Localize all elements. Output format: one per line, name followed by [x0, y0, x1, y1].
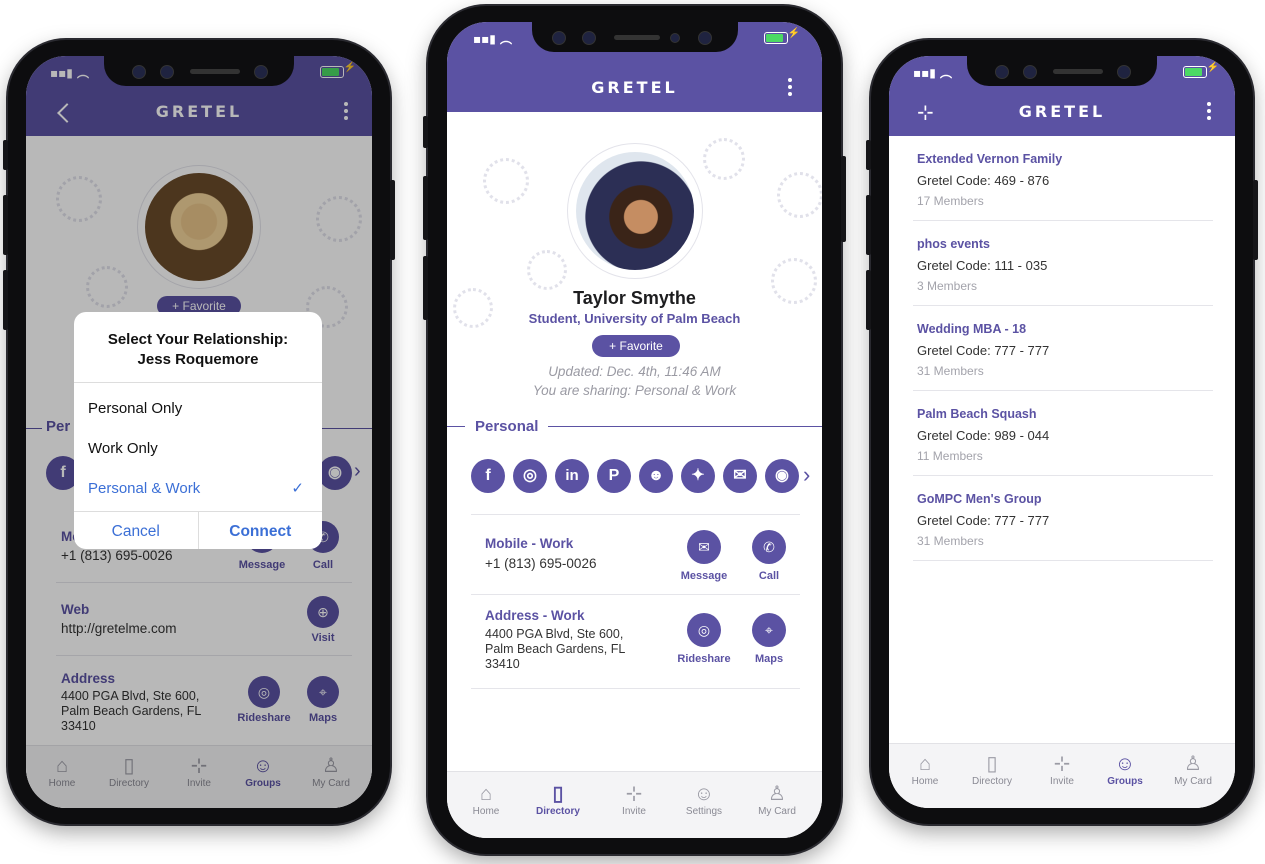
tab-invite[interactable]: ⊹ Invite [1032, 752, 1092, 787]
section-title-personal: Personal [465, 418, 549, 435]
cancel-button[interactable]: Cancel [74, 512, 198, 549]
group-code: Gretel Code: 777 - 777 [917, 513, 1050, 528]
group-members: 31 Members [917, 364, 984, 378]
directory-icon: ▯ [986, 753, 998, 775]
more-menu-icon[interactable] [1207, 102, 1211, 123]
profile-name: Taylor Smythe [573, 288, 696, 308]
mobile-title: Mobile - Work [485, 536, 574, 551]
tab-bar: ⌂ Home ▯ Directory ⊹ Invite ☺ Groups ♙ My Car… [889, 743, 1235, 808]
phone-left: ▪▪▮ ︵ ⚡ GRETEL + Favorite Per f ◉ › Mo +… [3, 40, 395, 824]
tab-directory[interactable]: ▯ Directory [528, 782, 588, 817]
tab-invite[interactable]: ⊹ Invite [604, 782, 664, 817]
signal-icon: ▪▪▮ ︵ [473, 32, 513, 46]
checkmark-icon: ✓ [291, 480, 304, 497]
group-name: Palm Beach Squash [917, 407, 1037, 421]
facebook-icon[interactable]: f [471, 459, 505, 493]
group-name: Wedding MBA - 18 [917, 322, 1027, 336]
dialog-title: Select Your Relationship: Jess Roquemore [107, 331, 289, 368]
sharing-text: You are sharing: Personal & Work [532, 383, 737, 398]
directory-icon: ▯ [552, 783, 564, 805]
group-members: 31 Members [917, 534, 984, 548]
favorite-button[interactable]: + Favorite [592, 335, 680, 357]
call-icon[interactable]: ✆ [752, 530, 786, 564]
screen: ▪▪▮ ︵ ⚡ ⊹ GRETEL Extended Vernon Family … [889, 56, 1235, 808]
invite-icon: ⊹ [1053, 753, 1071, 775]
tab-directory[interactable]: ▯ Directory [962, 752, 1022, 787]
app-logo: GRETEL [1018, 102, 1106, 121]
relationship-dialog: Select Your Relationship: Jess Roquemore… [74, 312, 322, 549]
phone-right: ▪▪▮ ︵ ⚡ ⊹ GRETEL Extended Vernon Family … [866, 40, 1258, 824]
option-personal-only[interactable]: Personal Only [74, 389, 322, 429]
app-logo: GRETEL [591, 78, 678, 97]
profile-avatar [576, 152, 694, 270]
profile-subtitle: Student, University of Palm Beach [528, 311, 741, 326]
wechat-icon[interactable]: ✉ [723, 459, 757, 493]
message-label[interactable]: Message [669, 570, 739, 582]
settings-icon: ☺ [693, 783, 715, 805]
screen: ▪▪▮ ︵ ⚡ GRETEL Taylor Smythe Student, Un… [447, 22, 822, 838]
home-icon: ⌂ [479, 783, 493, 805]
twitter-icon[interactable]: ✦ [681, 459, 715, 493]
battery-icon [764, 32, 788, 44]
signal-icon: ▪▪▮ ︵ [913, 66, 953, 80]
option-personal-and-work[interactable]: Personal & Work ✓ [74, 469, 322, 509]
maps-label[interactable]: Maps [734, 653, 804, 665]
tab-my-card[interactable]: ♙ My Card [1163, 752, 1223, 787]
rideshare-label[interactable]: Rideshare [669, 653, 739, 665]
tab-settings[interactable]: ☺ Settings [674, 782, 734, 817]
tab-home[interactable]: ⌂ Home [456, 782, 516, 817]
my-card-icon: ♙ [768, 783, 786, 805]
group-code: Gretel Code: 777 - 777 [917, 343, 1050, 358]
rideshare-icon[interactable]: ◎ [687, 613, 721, 647]
invite-icon: ⊹ [625, 783, 643, 805]
reddit-icon[interactable]: ☻ [639, 459, 673, 493]
option-work-only[interactable]: Work Only [74, 429, 322, 469]
my-card-icon: ♙ [1184, 753, 1202, 775]
group-name: GoMPC Men's Group [917, 492, 1042, 506]
groups-icon: ☺ [1114, 753, 1136, 775]
home-icon: ⌂ [918, 753, 932, 775]
weibo-icon[interactable]: ◉ [765, 459, 799, 493]
scroll-right-icon[interactable]: › [803, 462, 810, 488]
instagram-icon[interactable]: ◎ [513, 459, 547, 493]
group-members: 11 Members [917, 449, 983, 463]
phone-center: ▪▪▮ ︵ ⚡ GRETEL Taylor Smythe Student, Un… [423, 6, 846, 854]
updated-text: Updated: Dec. 4th, 11:46 AM [548, 364, 721, 379]
group-code: Gretel Code: 469 - 876 [917, 173, 1050, 188]
address-line3: 33410 [485, 657, 520, 671]
tab-home[interactable]: ⌂ Home [895, 752, 955, 787]
screen: ▪▪▮ ︵ ⚡ GRETEL + Favorite Per f ◉ › Mo +… [26, 56, 372, 808]
more-menu-icon[interactable] [788, 78, 792, 99]
group-name: phos events [917, 237, 990, 251]
group-code: Gretel Code: 111 - 035 [917, 258, 1048, 273]
address-title: Address - Work [485, 608, 585, 623]
group-members: 17 Members [917, 194, 984, 208]
pinterest-icon[interactable]: P [597, 459, 631, 493]
maps-icon[interactable]: ⌖ [752, 613, 786, 647]
tab-my-card[interactable]: ♙ My Card [747, 782, 807, 817]
group-name: Extended Vernon Family [917, 152, 1063, 166]
group-members: 3 Members [917, 279, 978, 293]
message-icon[interactable]: ✉ [687, 530, 721, 564]
group-code: Gretel Code: 989 - 044 [917, 428, 1050, 443]
call-label[interactable]: Call [734, 570, 804, 582]
mobile-number[interactable]: +1 (813) 695-0026 [485, 556, 596, 571]
address-line1: 4400 PGA Blvd, Ste 600, [485, 627, 624, 641]
tab-bar: ⌂ Home ▯ Directory ⊹ Invite ☺ Settings ♙ My C… [447, 771, 822, 838]
tab-groups[interactable]: ☺ Groups [1095, 752, 1155, 787]
connect-button[interactable]: Connect [197, 512, 323, 549]
address-line2: Palm Beach Gardens, FL [485, 642, 626, 656]
battery-icon [1183, 66, 1207, 78]
linkedin-icon[interactable]: in [555, 459, 589, 493]
